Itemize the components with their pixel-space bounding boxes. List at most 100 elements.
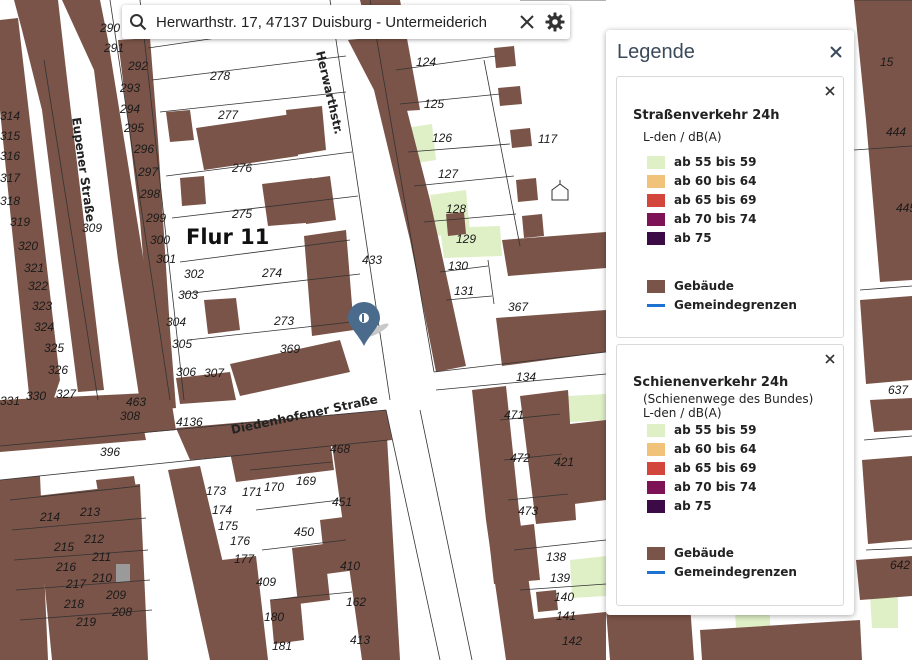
parcel-number: 330 xyxy=(26,389,46,403)
parcel-number: 318 xyxy=(0,194,20,208)
parcel-number: 433 xyxy=(362,253,382,267)
parcel-number: 325 xyxy=(44,341,64,355)
legend-card-close-button[interactable] xyxy=(825,351,835,364)
parcel-number: 291 xyxy=(103,41,124,55)
legend-item-buildings: Gebäude xyxy=(647,545,734,561)
parcel-number: 129 xyxy=(456,232,476,246)
parcel-number: 169 xyxy=(296,474,316,488)
parcel-number: 314 xyxy=(0,109,20,123)
parcel-number: 175 xyxy=(218,519,238,533)
parcel-number: 128 xyxy=(446,202,466,216)
parcel-number: 293 xyxy=(119,81,140,95)
legend-swatch xyxy=(647,442,665,456)
search-icon[interactable] xyxy=(122,5,154,39)
parcel-number: 139 xyxy=(550,571,570,585)
parcel-number: 302 xyxy=(184,267,204,281)
parcel-number: 162 xyxy=(346,595,366,609)
parcel-number: 218 xyxy=(63,597,84,611)
parcel-number: 278 xyxy=(209,69,230,83)
parcel-number: 141 xyxy=(556,609,576,623)
parcel-number: 294 xyxy=(119,102,140,116)
parcel-number: 212 xyxy=(83,532,104,546)
parcel-number: 331 xyxy=(0,394,20,408)
parcel-number: 637 xyxy=(888,383,909,397)
legend-item: ab 60 bis 64 xyxy=(647,173,756,189)
parcel-number: 215 xyxy=(53,540,74,554)
parcel-number: 307 xyxy=(204,366,225,380)
parcel-number: 444 xyxy=(886,125,906,139)
parcel-number: 292 xyxy=(127,59,148,73)
parcel-number: 319 xyxy=(10,215,30,229)
flur-label: Flur 11 xyxy=(186,225,269,249)
legend-close-button[interactable] xyxy=(828,44,844,60)
legend-swatch xyxy=(647,461,665,475)
legend-swatch xyxy=(647,193,665,207)
parcel-number: 642 xyxy=(890,558,910,572)
parcel-number: 304 xyxy=(166,315,186,329)
parcel-number: 299 xyxy=(145,211,166,225)
legend-card-title: Schienenverkehr 24h xyxy=(633,375,789,390)
parcel-number: 323 xyxy=(32,299,52,313)
parcel-number: 472 xyxy=(510,451,530,465)
close-icon xyxy=(825,354,835,364)
parcel-number: 131 xyxy=(454,284,474,298)
legend-swatch xyxy=(647,423,665,437)
legend-card-unit: L-den / dB(A) xyxy=(643,130,722,144)
parcel-number: 4136 xyxy=(176,415,203,429)
parcel-number: 126 xyxy=(432,131,452,145)
parcel-number: 117 xyxy=(538,132,558,146)
search-bar xyxy=(122,5,570,39)
parcel-number: 180 xyxy=(264,610,284,624)
parcel-number: 134 xyxy=(516,370,536,384)
parcel-number: 463 xyxy=(126,395,146,409)
parcel-number: 170 xyxy=(264,480,284,494)
legend-swatch xyxy=(647,279,665,293)
legend-item: ab 60 bis 64 xyxy=(647,441,756,457)
parcel-number: 273 xyxy=(273,314,294,328)
parcel-number: 410 xyxy=(340,559,360,573)
parcel-number: 413 xyxy=(350,633,370,647)
parcel-number: 321 xyxy=(24,261,44,275)
legend-card-close-button[interactable] xyxy=(825,83,835,96)
parcel-number: 275 xyxy=(231,207,252,221)
parcel-number: 305 xyxy=(172,337,192,351)
parcel-number: 324 xyxy=(34,320,54,334)
parcel-number: 316 xyxy=(0,149,20,163)
parcel-number: 322 xyxy=(28,279,48,293)
parcel-number: 295 xyxy=(123,121,144,135)
search-input[interactable] xyxy=(154,7,514,37)
parcel-number: 290 xyxy=(99,21,120,35)
parcel-number: 468 xyxy=(330,442,350,456)
parcel-number: 176 xyxy=(230,534,250,548)
legend-swatch xyxy=(647,155,665,169)
parcel-number: 213 xyxy=(79,505,100,519)
parcel-number: 306 xyxy=(176,365,196,379)
legend-item: ab 75 xyxy=(647,498,712,514)
parcel-number: 421 xyxy=(554,455,574,469)
clear-search-button[interactable] xyxy=(514,5,540,39)
parcel-number: 320 xyxy=(18,239,38,253)
parcel-number: 130 xyxy=(448,259,468,273)
parcel-number: 471 xyxy=(504,408,524,422)
parcel-number: 181 xyxy=(272,639,292,653)
legend-card-subtitle: (Schienenwege des Bundes) xyxy=(643,392,814,406)
parcel-number: 15 xyxy=(880,55,894,69)
parcel-number: 297 xyxy=(137,165,159,179)
parcel-number: 309 xyxy=(82,221,102,235)
parcel-number: 142 xyxy=(562,634,582,648)
parcel-number: 177 xyxy=(234,552,255,566)
search-settings-button[interactable] xyxy=(540,5,570,39)
legend-item-boundaries: Gemeindegrenzen xyxy=(647,297,797,313)
parcel-number: 301 xyxy=(156,252,176,266)
parcel-number: 317 xyxy=(0,171,21,185)
parcel-number: 138 xyxy=(546,550,566,564)
legend-swatch xyxy=(647,231,665,245)
legend-item: ab 70 bis 74 xyxy=(647,479,756,495)
parcel-number: 274 xyxy=(261,266,282,280)
parcel-number: 127 xyxy=(438,167,459,181)
parcel-number: 219 xyxy=(75,615,96,629)
legend-item-boundaries: Gemeindegrenzen xyxy=(647,564,797,580)
parcel-number: 298 xyxy=(139,187,160,201)
legend-swatch xyxy=(647,480,665,494)
grey-parcel xyxy=(116,564,130,582)
